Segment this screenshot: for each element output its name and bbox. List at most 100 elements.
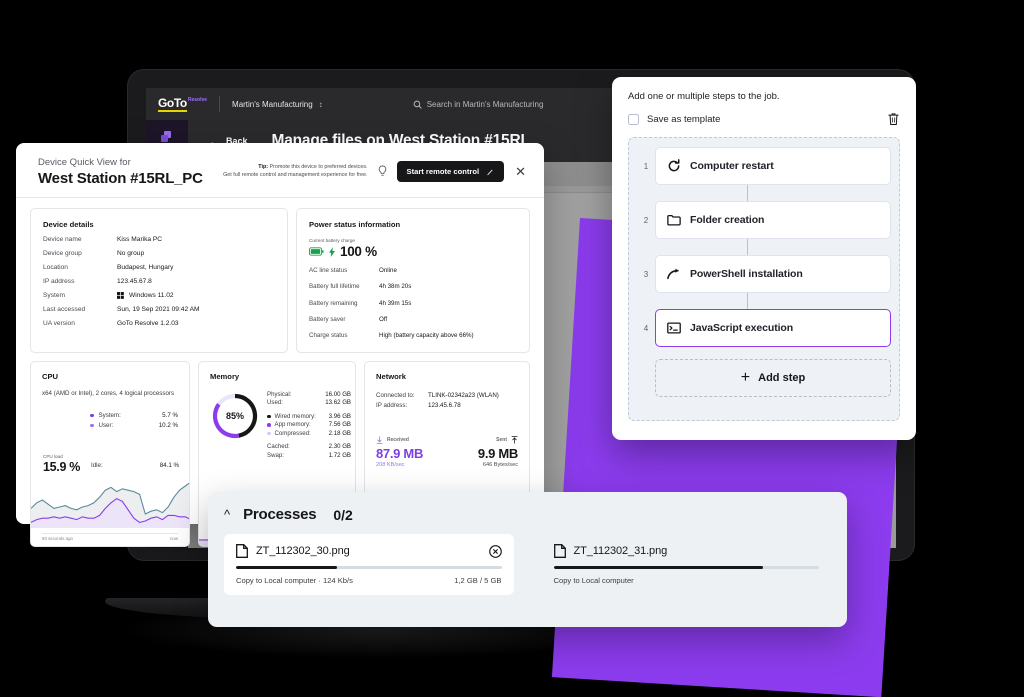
detail-value: 123.45.67.8	[117, 278, 152, 285]
detail-key: Device name	[43, 236, 117, 243]
detail-value: GoTo Resolve 1.2.03	[117, 320, 179, 327]
add-job-steps-panel: Add one or multiple steps to the job. Sa…	[612, 77, 916, 440]
memory-value: 3.96 GB	[329, 413, 351, 420]
process-item-footer: Copy to Local computer	[554, 576, 820, 585]
step-label: JavaScript execution	[690, 322, 793, 334]
process-item-footer: Copy to Local computer · 124 Kb/s1,2 GB …	[236, 576, 502, 585]
detail-value: No group	[117, 250, 144, 257]
tip-line-1: Tip: Promote this device to preferred de…	[223, 164, 367, 171]
job-step-row: 4 JavaScript execution	[637, 309, 891, 347]
detail-row: IP address123.45.67.8	[43, 278, 275, 285]
step-card[interactable]: Folder creation	[655, 201, 891, 239]
job-step-row: 1Computer restart	[637, 147, 891, 185]
device-quick-view-panel: Device Quick View for West Station #15RL…	[16, 143, 544, 524]
step-connector	[637, 293, 891, 309]
step-number: 4	[637, 309, 655, 347]
job-instruction-text: Add one or multiple steps to the job.	[628, 91, 900, 102]
cpu-chart-svg	[31, 472, 190, 528]
legend-value: 10.2 %	[159, 422, 178, 429]
folder-icon	[667, 213, 681, 227]
save-as-template-checkbox[interactable]: Save as template	[628, 114, 720, 125]
step-card[interactable]: JavaScript execution	[655, 309, 891, 347]
progress-bar	[236, 566, 502, 569]
power-key: Charge status	[309, 332, 379, 340]
start-remote-control-button[interactable]: Start remote control	[397, 161, 505, 182]
detail-row: UA versionGoTo Resolve 1.2.03	[43, 320, 275, 327]
detail-row: SystemWindows 11.02	[43, 292, 275, 299]
detail-key: UA version	[43, 320, 117, 327]
add-step-button[interactable]: + Add step	[655, 359, 891, 397]
job-step-row: 3PowerShell installation	[637, 255, 891, 293]
power-value: 4h 38m 20s	[379, 283, 411, 291]
power-row: AC line statusOnline	[309, 267, 517, 275]
power-status-rows: AC line statusOnlineBattery full lifetim…	[309, 267, 517, 341]
process-item: ZT_112302_31.png Copy to Local computer	[542, 534, 832, 595]
process-status: Copy to Local computer	[554, 576, 634, 585]
memory-donut-label: 85%	[209, 390, 261, 442]
cpu-legend: System:5.7 %User:10.2 %	[90, 412, 178, 429]
memory-title: Memory	[210, 372, 344, 381]
cancel-process-icon[interactable]	[489, 545, 502, 558]
memory-key: Compressed:	[275, 430, 311, 437]
download-arrow-icon	[376, 436, 383, 444]
detail-key: Device group	[43, 250, 117, 257]
checkbox-box[interactable]	[628, 114, 639, 125]
memory-key: Wired memory:	[275, 413, 316, 420]
goto-resolve-logo[interactable]: GoTo Resolve	[158, 97, 219, 112]
memory-key: Cached:	[267, 443, 290, 450]
power-status-card: Power status information Current battery…	[296, 208, 530, 353]
sent-rate: 646 Bytes/sec	[478, 462, 518, 468]
processes-count: 0/2	[333, 507, 352, 523]
cpu-title: CPU	[42, 372, 178, 381]
cpu-axis-left: 60 seconds ago	[42, 536, 73, 541]
network-row: IP address:123.45.6.78	[376, 402, 518, 409]
step-label: Folder creation	[690, 214, 764, 226]
start-remote-control-label: Start remote control	[407, 167, 480, 176]
network-title: Network	[376, 372, 518, 381]
memory-row: Used:13.62 GB	[267, 399, 351, 406]
trash-icon[interactable]	[887, 112, 900, 126]
battery-icon	[309, 247, 324, 256]
step-connector	[637, 185, 891, 201]
global-search[interactable]: Search in Martin's Manufacturing	[413, 100, 544, 109]
plus-icon: +	[741, 370, 750, 386]
chevron-up-icon[interactable]: ^	[224, 508, 230, 521]
memory-donut-chart: 85%	[209, 390, 261, 442]
power-key: Battery remaining	[309, 300, 379, 308]
step-card[interactable]: Computer restart	[655, 147, 891, 185]
processes-title: Processes	[243, 506, 316, 523]
process-item-header: ZT_112302_31.png	[554, 544, 820, 558]
close-icon[interactable]: ✕	[513, 165, 528, 178]
step-card[interactable]: PowerShell installation	[655, 255, 891, 293]
memory-value: 16.00 GB	[325, 391, 351, 398]
restart-icon	[667, 159, 681, 173]
received-value: 87.9 MB	[376, 446, 423, 461]
brand-name: GoTo	[158, 97, 187, 112]
save-as-template-label: Save as template	[647, 114, 720, 125]
lightbulb-icon[interactable]	[377, 165, 388, 178]
legend-dot	[267, 423, 271, 427]
chevron-updown-icon[interactable]: ↕	[319, 100, 323, 109]
brand-product: Resolve	[188, 97, 207, 103]
cpu-idle-key: Idle:	[91, 462, 103, 469]
memory-value: 2.18 GB	[329, 430, 351, 437]
legend-dot	[90, 424, 94, 428]
progress-bar	[554, 566, 820, 569]
cpu-axis-right: now	[170, 536, 178, 541]
detail-key: Location	[43, 264, 117, 271]
memory-extra-row: Swap:1.72 GB	[267, 452, 351, 459]
search-icon	[413, 100, 422, 109]
memory-key: Physical:	[267, 391, 291, 398]
memory-key: Swap:	[267, 452, 284, 459]
battery-charge-label: Current battery charge	[309, 238, 517, 243]
job-steps-dropzone[interactable]: 1Computer restart2Folder creation3PowerS…	[628, 137, 900, 421]
detail-value: Budapest, Hungary	[117, 264, 173, 271]
job-steps-list: 1Computer restart2Folder creation3PowerS…	[637, 147, 891, 347]
upload-arrow-icon	[511, 436, 518, 444]
legend-dot	[267, 432, 271, 436]
detail-row: Device groupNo group	[43, 250, 275, 257]
power-key: Battery saver	[309, 316, 379, 324]
network-sent: Sent 9.9 MB 646 Bytes/sec	[478, 436, 518, 468]
arrow-curve-icon	[667, 267, 681, 281]
org-switcher-label[interactable]: Martin's Manufacturing	[232, 100, 313, 109]
